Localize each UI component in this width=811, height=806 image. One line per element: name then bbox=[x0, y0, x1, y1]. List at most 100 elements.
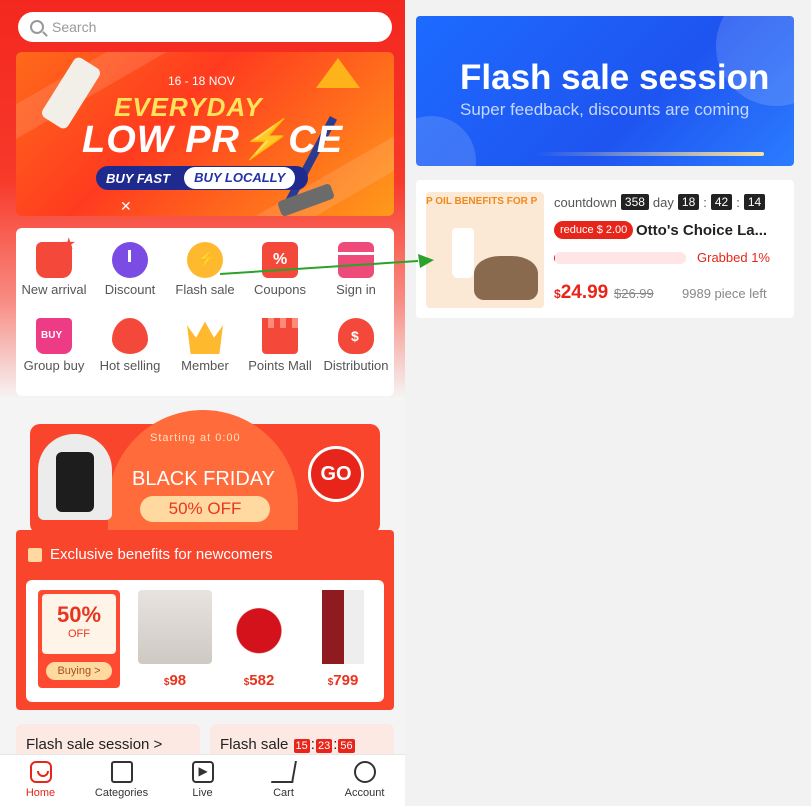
hero-subtitle: Super feedback, discounts are coming bbox=[460, 100, 750, 119]
quick-link-label: Hot selling bbox=[99, 358, 161, 373]
countdown-hours: 18 bbox=[677, 194, 700, 210]
stock-left: 9989 piece left bbox=[682, 286, 767, 301]
tab-label: Account bbox=[344, 787, 385, 799]
member-icon bbox=[187, 321, 223, 354]
black-friday-title: BLACK FRIDAY bbox=[132, 468, 275, 490]
hero-underline bbox=[536, 152, 764, 156]
phone-device bbox=[56, 452, 94, 512]
newcomer-coupon[interactable]: 50% OFF Buying > bbox=[38, 590, 120, 688]
tab-categories[interactable]: Categories bbox=[81, 755, 162, 806]
coupon-percent: 50% bbox=[56, 602, 102, 627]
quick-link-label: Member bbox=[181, 358, 229, 373]
hero-decoration bbox=[416, 116, 476, 166]
grabbed-progress-bar bbox=[554, 252, 686, 264]
quick-link-label: Group buy bbox=[23, 358, 85, 373]
countdown-days: 358 bbox=[620, 194, 649, 210]
quick-link-label: Discount bbox=[104, 282, 156, 297]
categories-icon bbox=[110, 761, 133, 783]
newcomer-product[interactable]: $799 bbox=[306, 590, 380, 689]
quick-link-label: Coupons bbox=[253, 282, 307, 297]
app-root: Search 16 - 18 NOV EVERYDAY LOW PR⚡CE BU… bbox=[0, 0, 811, 806]
hero-title: Flash sale session bbox=[460, 58, 770, 97]
timer-seconds: 56 bbox=[338, 739, 355, 753]
coupon-off: OFF bbox=[68, 628, 90, 640]
quick-link-hot-selling[interactable]: Hot selling bbox=[92, 304, 168, 374]
tab-cart[interactable]: Cart bbox=[243, 755, 324, 806]
annotation-arrow bbox=[220, 254, 434, 275]
deal-price-value: 24.99 bbox=[560, 282, 609, 303]
product-price: $799 bbox=[306, 672, 380, 689]
arrow-head bbox=[418, 254, 434, 268]
black-friday-discount: 50% OFF bbox=[140, 496, 270, 522]
deal-image-tag: P OIL BENEFITS FOR P bbox=[426, 196, 538, 207]
banner-date: 16 - 18 NOV bbox=[168, 74, 235, 88]
quick-link-group-buy[interactable]: Group buy bbox=[16, 304, 92, 374]
home-icon bbox=[29, 761, 52, 783]
product-image bbox=[222, 590, 296, 664]
points-mall-icon bbox=[262, 318, 298, 354]
starting-time-text: Starting at 0:00 bbox=[150, 432, 241, 444]
original-price: $26.99 bbox=[614, 286, 654, 301]
new-arrival-icon bbox=[36, 234, 76, 278]
quick-link-label: Points Mall bbox=[248, 358, 312, 373]
quick-link-discount[interactable]: Discount bbox=[92, 228, 168, 298]
banner-decoration bbox=[316, 58, 360, 88]
newcomer-product[interactable]: $98 bbox=[138, 590, 212, 689]
grabbed-text: Grabbed 1% bbox=[697, 250, 770, 265]
buy-locally-label: BUY LOCALLY bbox=[184, 167, 296, 189]
countdown-minutes: 42 bbox=[710, 194, 733, 210]
tab-label: Cart bbox=[273, 787, 294, 799]
countdown-day-label: day bbox=[652, 194, 674, 210]
timer-hours: 15 bbox=[293, 739, 310, 753]
oil-bottle-image bbox=[452, 228, 474, 278]
arrow-line bbox=[220, 260, 419, 275]
deal-currency: $ bbox=[554, 287, 561, 301]
search-placeholder: Search bbox=[52, 19, 97, 35]
quick-link-new-arrival[interactable]: New arrival bbox=[16, 228, 92, 298]
quick-link-label: Flash sale bbox=[175, 282, 235, 297]
hot-selling-icon bbox=[112, 318, 148, 354]
newcomer-header: Exclusive benefits for newcomers bbox=[28, 546, 273, 563]
distribution-icon bbox=[338, 318, 374, 354]
flash-sale-hero: Flash sale session Super feedback, disco… bbox=[416, 16, 794, 166]
bottom-tab-bar: Home Categories Live Cart Account bbox=[0, 754, 405, 806]
group-buy-icon bbox=[36, 318, 72, 354]
black-friday-section: Starting at 0:00 BLACK FRIDAY 50% OFF GO… bbox=[16, 410, 394, 710]
quick-link-points-mall[interactable]: Points Mall bbox=[242, 304, 318, 374]
countdown-seconds: 14 bbox=[743, 194, 766, 210]
product-price: $98 bbox=[138, 672, 212, 689]
product-price-value: 799 bbox=[333, 672, 359, 689]
promo-banner[interactable]: 16 - 18 NOV EVERYDAY LOW PR⚡CE BUY FAST … bbox=[16, 52, 394, 216]
tab-label: Categories bbox=[94, 787, 149, 799]
tab-home[interactable]: Home bbox=[0, 755, 81, 806]
gift-icon bbox=[28, 547, 42, 562]
quick-link-label: Distribution bbox=[323, 358, 389, 373]
newcomer-product[interactable]: $582 bbox=[222, 590, 296, 689]
quick-link-member[interactable]: Member bbox=[167, 304, 243, 374]
live-icon bbox=[191, 761, 214, 783]
phone-product-image bbox=[38, 434, 112, 520]
deal-countdown: countdown 358 day 18: 42: 14 bbox=[554, 194, 769, 210]
deal-product-image: P OIL BENEFITS FOR P bbox=[426, 192, 544, 308]
flash-sale-icon bbox=[187, 242, 223, 278]
tab-account[interactable]: Account bbox=[324, 755, 405, 806]
tab-label: Home bbox=[25, 787, 56, 799]
tab-live[interactable]: Live bbox=[162, 755, 243, 806]
banner-title-line2: LOW PR⚡CE bbox=[82, 119, 344, 161]
buy-fast-label: BUY FAST bbox=[106, 170, 171, 186]
quick-link-label: New arrival bbox=[21, 282, 87, 297]
product-image bbox=[138, 590, 212, 664]
deal-price: $24.99 bbox=[554, 282, 608, 304]
sparkle-icon: ✕ bbox=[120, 198, 132, 214]
tab-label: Live bbox=[192, 787, 213, 799]
flash-deal-card[interactable]: P OIL BENEFITS FOR P countdown 358 day 1… bbox=[416, 180, 794, 318]
account-icon bbox=[353, 761, 376, 783]
coupon-face: 50% OFF bbox=[42, 594, 116, 654]
quick-link-distribution[interactable]: Distribution bbox=[318, 304, 394, 374]
go-button[interactable]: GO bbox=[308, 446, 364, 502]
product-price-value: 98 bbox=[169, 672, 187, 689]
coupon-buy-button[interactable]: Buying > bbox=[46, 662, 112, 680]
pets-image bbox=[474, 256, 538, 300]
search-bar[interactable]: Search bbox=[18, 12, 392, 42]
product-image bbox=[306, 590, 380, 664]
